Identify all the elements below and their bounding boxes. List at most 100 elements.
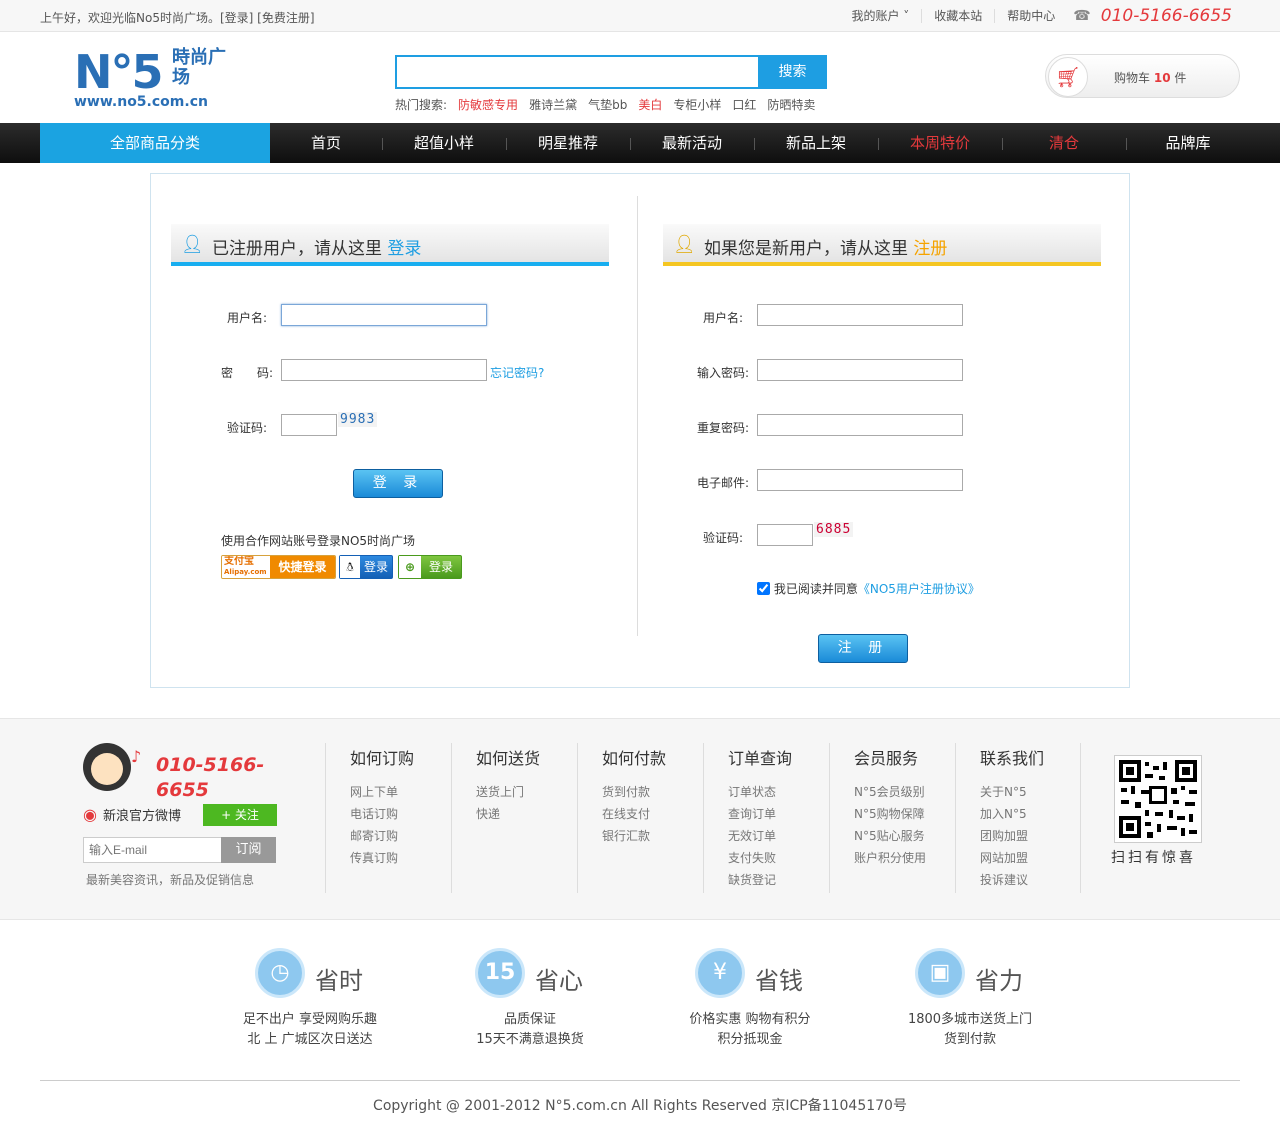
login-captcha-image[interactable]: 9983 xyxy=(338,412,378,427)
footer-link[interactable]: N°5贴心服务 xyxy=(854,825,926,847)
hot-item[interactable]: 气垫bb xyxy=(588,96,627,113)
login-password-label: 密 码: xyxy=(221,366,274,380)
qr-code xyxy=(1114,755,1202,843)
plus-icon: ⊕ xyxy=(399,556,421,578)
footer-link[interactable]: 网站加盟 xyxy=(980,847,1028,869)
register-username-label: 用户名: xyxy=(703,311,744,325)
feature-save-money: ¥ 省钱 价格实惠 购物有积分 积分抵现金 xyxy=(650,948,850,1058)
footer-link[interactable]: 快递 xyxy=(476,803,524,825)
register-heading: 如果您是新用户，请从这里 注册 xyxy=(704,239,948,259)
my-account-link[interactable]: 我的账户 ˅ xyxy=(839,9,923,23)
footer-col-title: 订单查询 xyxy=(728,749,793,768)
cart-button[interactable]: 🛒︎ 购物车 10 件 xyxy=(1045,54,1240,98)
feature-desc: 1800多城市送货上门 货到付款 xyxy=(907,1012,1033,1047)
hot-item[interactable]: 口红 xyxy=(732,96,756,113)
feature-desc: 足不出户 享受网购乐趣北 上 广城区次日送达 xyxy=(242,1012,378,1047)
footer-link[interactable]: 货到付款 xyxy=(602,781,650,803)
footer-link[interactable]: 无效订单 xyxy=(728,825,776,847)
footer-col-delivery: 如何送货 送货上门 快递 xyxy=(451,743,577,893)
footer-link[interactable]: 电话订购 xyxy=(350,803,398,825)
hot-item[interactable]: 防敏感专用 xyxy=(458,96,518,113)
nav-item-new-arrivals[interactable]: 新品上架 xyxy=(754,123,878,163)
nav-item-weekly-deals[interactable]: 本周特价 xyxy=(878,123,1002,163)
forgot-password-link[interactable]: 忘记密码? xyxy=(490,364,544,381)
agreement-link[interactable]: 《NO5用户注册协议》 xyxy=(858,582,980,596)
weibo-follow-button[interactable]: + 关注 xyxy=(203,804,277,826)
hot-item[interactable]: 美白 xyxy=(638,96,662,113)
bookmark-link[interactable]: 收藏本站 xyxy=(922,9,996,23)
footer-link[interactable]: 缺货登记 xyxy=(728,869,776,891)
hot-item[interactable]: 专柜小样 xyxy=(673,96,721,113)
nav-item-brands[interactable]: 品牌库 xyxy=(1126,123,1250,163)
register-captcha-label: 验证码: xyxy=(703,531,744,545)
search-input[interactable] xyxy=(395,55,760,89)
panel-divider xyxy=(637,196,638,636)
agreement-row: 我已阅读并同意《NO5用户注册协议》 xyxy=(757,580,980,597)
footer-link[interactable]: N°5购物保障 xyxy=(854,803,926,825)
feature-desc: 价格实惠 购物有积分 积分抵现金 xyxy=(689,1012,811,1047)
weibo-label: 新浪官方微博 xyxy=(102,809,181,824)
nav-item-star-picks[interactable]: 明星推荐 xyxy=(506,123,630,163)
oauth-label: 使用合作网站账号登录NO5时尚广场 xyxy=(221,534,416,548)
footer-link[interactable]: N°5会员级别 xyxy=(854,781,926,803)
feature-title: 省钱 xyxy=(755,967,803,995)
footer-link[interactable]: 送货上门 xyxy=(476,781,524,803)
search-bar: 搜索 xyxy=(395,55,827,89)
register-email-input[interactable] xyxy=(757,469,963,491)
alipay-login-button[interactable]: 支付宝 Alipay.com 快捷登录 xyxy=(221,555,336,579)
footer-link[interactable]: 邮寄订购 xyxy=(350,825,398,847)
footer-phone: 010-5166-6655 xyxy=(156,754,265,801)
hot-item[interactable]: 雅诗兰黛 xyxy=(529,96,577,113)
footer-col-title: 联系我们 xyxy=(980,749,1045,768)
footer-link[interactable]: 订单状态 xyxy=(728,781,776,803)
footer-link[interactable]: 网上下单 xyxy=(350,781,398,803)
partner-login-button[interactable]: ⊕ 登录 xyxy=(398,555,462,579)
register-captcha-image[interactable]: 6885 xyxy=(814,522,854,537)
nav-item-events[interactable]: 最新活动 xyxy=(630,123,754,163)
register-captcha-input[interactable] xyxy=(757,524,813,546)
register-password-input[interactable] xyxy=(757,359,963,381)
footer-link[interactable]: 投诉建议 xyxy=(980,869,1028,891)
footer-link[interactable]: 加入N°5 xyxy=(980,803,1028,825)
nav-item-clearance[interactable]: 清仓 xyxy=(1002,123,1126,163)
qq-login-button[interactable]: 🐧︎ 登录 xyxy=(339,555,393,579)
logo-mark: N°5 xyxy=(74,45,164,99)
register-button[interactable]: 注 册 xyxy=(818,634,908,663)
footer-link[interactable]: 银行汇款 xyxy=(602,825,650,847)
alipay-login-label: 快捷登录 xyxy=(270,556,335,578)
hot-item[interactable]: 防晒特卖 xyxy=(767,96,815,113)
search-button[interactable]: 搜索 xyxy=(758,55,827,89)
qr-caption: 扫扫有惊喜 xyxy=(1111,850,1196,866)
footer-link[interactable]: 支付失败 xyxy=(728,847,776,869)
login-captcha-input[interactable] xyxy=(281,414,337,436)
nav-item-samples[interactable]: 超值小样 xyxy=(382,123,506,163)
register-repeat-password-input[interactable] xyxy=(757,414,963,436)
login-button[interactable]: 登 录 xyxy=(353,469,443,498)
footer-link[interactable]: 传真订购 xyxy=(350,847,398,869)
footer-link[interactable]: 团购加盟 xyxy=(980,825,1028,847)
register-repeat-password-label: 重复密码: xyxy=(697,421,750,435)
feature-title: 省时 xyxy=(315,967,363,995)
footer-links-area: ♪ 010-5166-6655 ◉ 新浪官方微博 + 关注 订阅 最新美容资讯，… xyxy=(0,718,1280,920)
site-logo[interactable]: N°5 時尚广场 www.no5.com.cn xyxy=(74,46,234,112)
agree-checkbox[interactable] xyxy=(757,582,770,595)
login-heading: 已注册用户，请从这里 登录 xyxy=(212,239,422,259)
footer-link[interactable]: 关于N°5 xyxy=(980,781,1028,803)
footer-link[interactable]: 账户积分使用 xyxy=(854,847,926,869)
footer-link[interactable]: 查询订单 xyxy=(728,803,776,825)
register-password-label: 输入密码: xyxy=(697,366,750,380)
cart-unit: 件 xyxy=(1174,71,1187,85)
register-email-label: 电子邮件: xyxy=(697,476,750,490)
phone-icon: ☎ xyxy=(1073,8,1091,24)
login-password-input[interactable] xyxy=(281,359,487,381)
hot-label: 热门搜索: xyxy=(395,98,448,112)
nav-item-home[interactable]: 首页 xyxy=(270,123,382,163)
subscribe-button[interactable]: 订阅 xyxy=(221,837,276,863)
register-username-input[interactable] xyxy=(757,304,963,326)
newsletter-email-input[interactable] xyxy=(83,837,223,863)
footer-link[interactable]: 在线支付 xyxy=(602,803,650,825)
login-username-input[interactable] xyxy=(281,304,487,326)
help-center-link[interactable]: 帮助中心 xyxy=(995,9,1067,23)
logo-cn-text: 時尚广场 xyxy=(172,47,226,88)
all-categories-button[interactable]: 全部商品分类 xyxy=(40,123,270,163)
